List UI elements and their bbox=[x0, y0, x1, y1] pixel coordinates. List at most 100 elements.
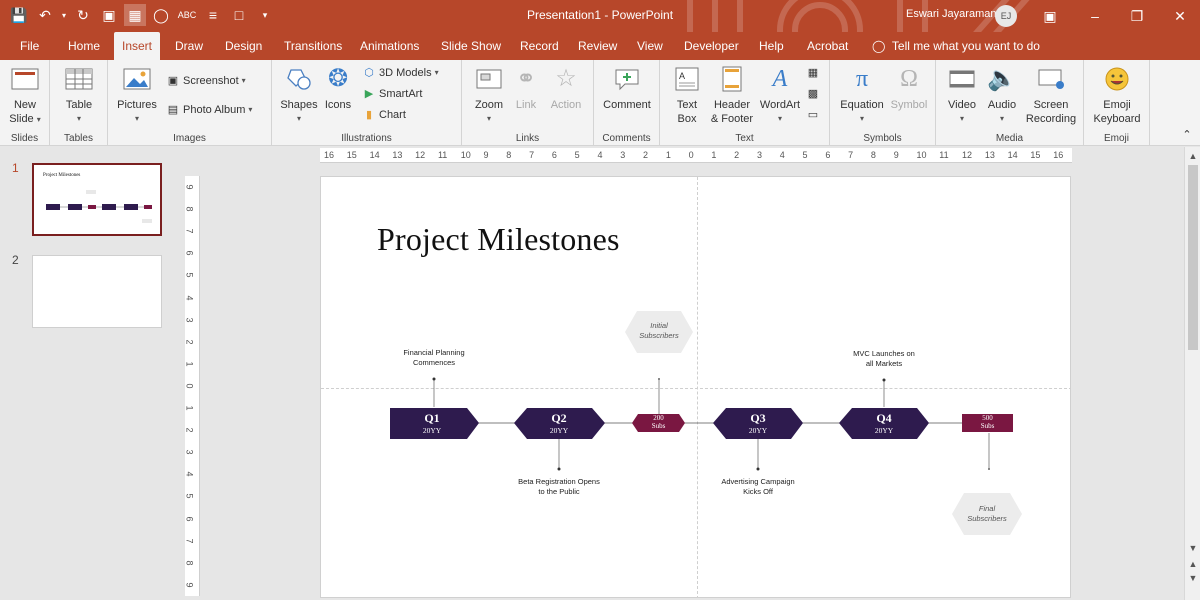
previous-slide-icon[interactable]: ▲ bbox=[1185, 557, 1200, 571]
wordart-button[interactable]: A WordArt ▾ bbox=[754, 64, 806, 126]
label-financial-planning[interactable]: Financial Planning Commences bbox=[384, 348, 484, 368]
table-icon bbox=[64, 64, 94, 94]
slide-number-1: 1 bbox=[12, 161, 19, 175]
tab-draw[interactable]: Draw bbox=[167, 32, 211, 60]
emoji-icon bbox=[1102, 64, 1132, 94]
user-name[interactable]: Eswari Jayaraman bbox=[906, 8, 996, 20]
label-beta-registration-line2: to the Public bbox=[538, 487, 580, 496]
photo-album-button[interactable]: ▤ Photo Album ▾ bbox=[166, 101, 253, 119]
chevron-down-icon: ▾ bbox=[434, 68, 439, 77]
label-final-subscribers[interactable]: Final Subscribers bbox=[947, 504, 1027, 524]
milestone-q4[interactable]: Q4 20YY bbox=[842, 411, 926, 435]
restore-icon[interactable]: ❐ bbox=[1127, 6, 1147, 26]
tab-design[interactable]: Design bbox=[217, 32, 270, 60]
ruler-tick-label: 14 bbox=[369, 150, 380, 160]
table-button[interactable]: Table ▾ bbox=[52, 64, 106, 126]
new-slide-button[interactable]: New Slide ▾ bbox=[0, 64, 50, 127]
ruler-tick-label: 12 bbox=[415, 150, 426, 160]
tell-me-search[interactable]: ◯ Tell me what you want to do bbox=[872, 32, 1040, 60]
ruler-tick-label: 15 bbox=[346, 150, 357, 160]
text-box-label-1: Text bbox=[676, 99, 698, 111]
new-slide-label-2: Slide ▾ bbox=[0, 112, 50, 127]
object-button[interactable]: ▭ bbox=[806, 106, 820, 124]
link-button[interactable]: ⚭ Link bbox=[508, 64, 544, 112]
milestone-q1-quarter: Q1 bbox=[424, 411, 440, 425]
tab-home[interactable]: Home bbox=[60, 32, 108, 60]
minimize-icon[interactable]: – bbox=[1085, 6, 1105, 26]
slide-number-button[interactable]: ▩ bbox=[806, 85, 820, 103]
tab-help[interactable]: Help bbox=[751, 32, 792, 60]
group-label-text: Text bbox=[735, 133, 754, 144]
pictures-label: Pictures bbox=[117, 99, 157, 111]
label-initial-subscribers-line2: Subscribers bbox=[639, 331, 679, 340]
tab-review[interactable]: Review bbox=[570, 32, 625, 60]
tab-slide-show[interactable]: Slide Show bbox=[433, 32, 509, 60]
tab-view[interactable]: View bbox=[629, 32, 671, 60]
action-button[interactable]: ☆ Action bbox=[544, 64, 588, 112]
milestone-q3[interactable]: Q3 20YY bbox=[716, 411, 800, 435]
chevron-down-icon: ▾ bbox=[859, 114, 864, 123]
tab-transitions[interactable]: Transitions bbox=[276, 32, 350, 60]
cube-icon: ⬡ bbox=[364, 67, 374, 79]
ribbon-display-icon[interactable]: ▣ bbox=[1040, 6, 1060, 26]
screen-recording-label-1: Screen bbox=[1033, 99, 1069, 111]
slide-canvas[interactable]: Project Milestones Q1 20YY Q2 20YY 200 S… bbox=[320, 176, 1071, 598]
group-images: Pictures ▾ ▣ Screenshot ▾ ▤ Photo Album ▾ Im… bbox=[108, 60, 272, 146]
scroll-up-icon[interactable]: ▲ bbox=[1185, 149, 1200, 163]
emoji-keyboard-button[interactable]: Emoji Keyboard bbox=[1088, 64, 1146, 126]
screen-recording-button[interactable]: Screen Recording bbox=[1020, 64, 1082, 126]
milestone-q2[interactable]: Q2 20YY bbox=[517, 411, 601, 435]
pictures-button[interactable]: Pictures ▾ bbox=[110, 64, 164, 126]
tab-record[interactable]: Record bbox=[512, 32, 567, 60]
screenshot-button[interactable]: ▣ Screenshot ▾ bbox=[166, 72, 246, 90]
smartart-button[interactable]: ▶ SmartArt bbox=[362, 85, 423, 103]
milestone-q4-quarter: Q4 bbox=[876, 411, 892, 425]
ruler-tick-label: 7 bbox=[848, 150, 854, 160]
date-time-button[interactable]: ▦ bbox=[806, 64, 820, 82]
symbol-button[interactable]: Ω Symbol bbox=[884, 64, 934, 112]
vertical-ruler: 9 8 7 6 5 4 3 2 1 0 1 2 3 4 5 6 7 8 9 bbox=[185, 176, 200, 596]
next-slide-icon[interactable]: ▼ bbox=[1185, 571, 1200, 585]
slide-thumbnail-2[interactable] bbox=[32, 255, 162, 328]
ruler-tick-label: 13 bbox=[984, 150, 995, 160]
text-box-icon: A bbox=[672, 64, 702, 94]
text-box-button[interactable]: A Text Box bbox=[662, 64, 712, 126]
milestone-q1[interactable]: Q1 20YY bbox=[390, 411, 474, 435]
comment-button[interactable]: Comment bbox=[598, 64, 656, 112]
avatar[interactable]: EJ bbox=[995, 5, 1017, 27]
collapse-ribbon-icon[interactable]: ⌃ bbox=[1180, 126, 1194, 144]
ruler-tick-label: 10 bbox=[460, 150, 471, 160]
subs-200[interactable]: 200 Subs bbox=[632, 414, 685, 431]
tab-acrobat[interactable]: Acrobat bbox=[799, 32, 856, 60]
equation-button[interactable]: π Equation ▾ bbox=[834, 64, 890, 126]
ruler-tick-label: 5 bbox=[802, 150, 808, 160]
svg-text:A: A bbox=[679, 71, 685, 81]
3d-models-button[interactable]: ⬡ 3D Models ▾ bbox=[362, 64, 439, 82]
vertical-scrollbar[interactable]: ▲ ▼ ▲ ▼ bbox=[1184, 147, 1200, 600]
scroll-down-icon[interactable]: ▼ bbox=[1185, 541, 1200, 555]
icons-button[interactable]: ❂ Icons bbox=[318, 64, 358, 112]
subs-500[interactable]: 500 Subs bbox=[962, 414, 1013, 431]
header-footer-button[interactable]: Header & Footer bbox=[706, 64, 758, 126]
comment-label: Comment bbox=[603, 99, 651, 111]
label-mvc-launches[interactable]: MVC Launches on all Markets bbox=[834, 349, 934, 369]
chevron-down-icon: ▾ bbox=[241, 76, 246, 85]
slide-thumbnail-1[interactable]: Project Milestones bbox=[32, 163, 162, 236]
label-initial-subscribers[interactable]: Initial Subscribers bbox=[619, 321, 699, 341]
scrollbar-thumb[interactable] bbox=[1188, 165, 1198, 350]
ruler-tick-label: 6 bbox=[825, 150, 831, 160]
header-footer-icon bbox=[717, 64, 747, 94]
chart-button[interactable]: ▮ Chart bbox=[362, 106, 406, 124]
tab-developer[interactable]: Developer bbox=[676, 32, 747, 60]
ruler-tick-label: 2 bbox=[185, 427, 195, 433]
close-icon[interactable]: ✕ bbox=[1170, 6, 1190, 26]
label-advertising-campaign[interactable]: Advertising Campaign Kicks Off bbox=[702, 477, 814, 497]
header-footer-label-2: & Footer bbox=[710, 113, 754, 125]
label-beta-registration[interactable]: Beta Registration Opens to the Public bbox=[499, 477, 619, 497]
new-slide-label-2-text: Slide bbox=[9, 113, 34, 125]
tab-animations[interactable]: Animations bbox=[352, 32, 427, 60]
connector-dot-q1 bbox=[432, 377, 436, 381]
new-slide-label-1: New bbox=[13, 99, 36, 111]
tab-file[interactable]: File bbox=[12, 32, 47, 60]
tab-insert[interactable]: Insert bbox=[114, 32, 161, 60]
